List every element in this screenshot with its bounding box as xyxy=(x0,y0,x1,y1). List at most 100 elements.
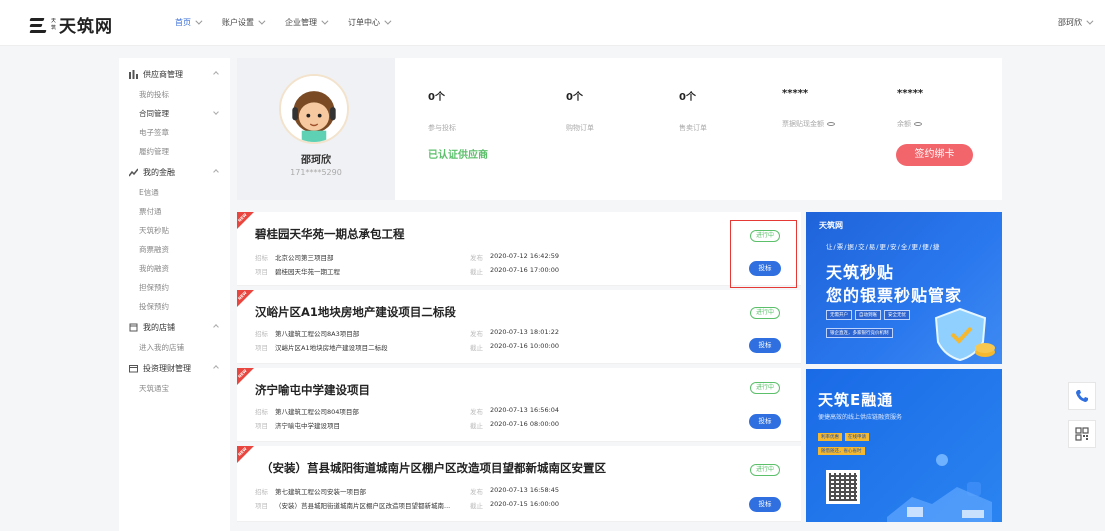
chevron-down-icon xyxy=(1086,17,1094,25)
qr-code-icon xyxy=(826,470,860,504)
banner-logo: 天筑网 xyxy=(819,221,843,230)
sidebar-item-performance[interactable]: 履约管理 xyxy=(119,142,230,161)
chevron-down-icon xyxy=(384,17,392,25)
logo-mark-icon xyxy=(29,16,48,34)
project-title[interactable]: 济宁喻屯中学建设项目 xyxy=(255,382,370,398)
sidebar-item-guarantee-booking[interactable]: 担保预约 xyxy=(119,278,230,297)
banner-feature-chip: 随借随还，省心省时 xyxy=(818,447,865,455)
project-detail-row: 项目 （安装）莒县城阳街道城南片区棚户区改造项目望都新城南... 截止 2020-0… xyxy=(255,500,560,510)
nav-enterprise-management[interactable]: 企业管理 xyxy=(285,17,329,28)
banner-title: 天筑秒贴 xyxy=(826,263,895,282)
phone-contact-button[interactable] xyxy=(1068,382,1096,410)
phone-icon xyxy=(1076,390,1088,402)
project-bidder-row: 招标 第七建筑工程公司安装一项目部 发布 2020-07-13 16:58:45 xyxy=(255,486,560,496)
bid-button[interactable]: 投标 xyxy=(749,338,781,353)
profile-phone: 171****5290 xyxy=(290,168,342,177)
user-name: 邵珂欣 xyxy=(1058,18,1082,27)
banner-feature-chips: 无需开户 自动到账 安全无忧 xyxy=(826,310,913,320)
project-card[interactable]: NEW 济宁喻屯中学建设项目 招标 第八建筑工程公司804项目部 发布 2020-0… xyxy=(237,368,801,442)
sidebar-item-piao-fu-tong[interactable]: 票付通 xyxy=(119,202,230,221)
sidebar-item-miao-tie[interactable]: 天筑秒贴 xyxy=(119,221,230,240)
sidebar-item-e-xin-tong[interactable]: E信通 xyxy=(119,183,230,202)
eye-icon[interactable] xyxy=(914,122,922,126)
logo-text: 天筑网 xyxy=(59,17,114,37)
qr-code-button[interactable] xyxy=(1068,420,1096,448)
chevron-down-icon xyxy=(195,17,203,25)
verified-supplier-badge: 已认证供应商 xyxy=(428,150,488,161)
chevron-up-icon xyxy=(213,71,219,77)
qr-code-icon xyxy=(1075,427,1089,441)
site-logo[interactable]: 天 筑 天筑网 xyxy=(29,12,114,37)
sidebar-item-insurance-booking[interactable]: 投保预约 xyxy=(119,297,230,316)
project-detail-row: 项目 碧桂园天华苑一期工程 截止 2020-07-16 17:00:00 xyxy=(255,266,560,276)
project-bidder-row: 招标 北京公司第三项目部 发布 2020-07-12 16:42:59 xyxy=(255,252,560,262)
top-navigation-bar: 天 筑 天筑网 首页 账户设置 企业管理 订单中心 邵珂欣 xyxy=(0,0,1105,46)
sidebar-item-my-financing[interactable]: 我的融资 xyxy=(119,259,230,278)
sidebar: 供应商管理 我的投标 合同管理 电子签章 履约管理 我的金融 E信通 票付通 天… xyxy=(119,58,230,531)
project-title[interactable]: 汉峪片区A1地块房地产建设项目二标段 xyxy=(255,304,456,320)
status-badge: 进行中 xyxy=(750,382,780,394)
nav-order-center[interactable]: 订单中心 xyxy=(348,17,392,28)
sidebar-item-tian-zhu-tong-bao[interactable]: 天筑通宝 xyxy=(119,379,230,398)
sidebar-item-my-bids[interactable]: 我的投标 xyxy=(119,85,230,104)
sidebar-item-enter-my-shop[interactable]: 进入我的店铺 xyxy=(119,338,230,357)
stat-balance[interactable]: ***** 余额 xyxy=(897,88,923,129)
nav-account-settings[interactable]: 账户设置 xyxy=(222,17,266,28)
shield-coin-illustration xyxy=(934,307,995,362)
eye-icon[interactable] xyxy=(827,122,835,126)
banner-subtitle: 您的银票秒贴管家 xyxy=(826,286,963,305)
avatar-illustration xyxy=(281,76,347,142)
project-title[interactable]: （安装）莒县城阳街道城南片区棚户区改造项目望都新城南区安置区 xyxy=(261,460,606,476)
sidebar-item-e-signature[interactable]: 电子签章 xyxy=(119,123,230,142)
main-nav: 首页 账户设置 企业管理 订单中心 xyxy=(175,17,411,28)
profile-name: 邵珂欣 xyxy=(301,155,331,166)
shop-icon xyxy=(129,323,138,331)
project-title[interactable]: 碧桂园天华苑一期总承包工程 xyxy=(255,226,405,242)
banner-tagline: 让/票/据/交/易/更/安/全/更/便/捷 xyxy=(826,243,941,251)
chevron-up-icon xyxy=(213,324,219,330)
stat-bids[interactable]: 0个 参与投标 xyxy=(428,88,456,133)
project-bidder-row: 招标 第八建筑工程公司804项目部 发布 2020-07-13 16:56:04 xyxy=(255,406,560,416)
sidebar-group-supplier[interactable]: 供应商管理 xyxy=(119,63,230,85)
banner-subtitle: 便捷高效的线上供应链融资服务 xyxy=(818,414,903,421)
wallet-icon xyxy=(129,364,138,372)
nav-home[interactable]: 首页 xyxy=(175,17,203,28)
profile-panel: 邵珂欣 171****5290 0个 参与投标 0个 购物订单 0个 售卖订单 … xyxy=(237,58,1002,200)
sidebar-group-investment[interactable]: 投资理财管理 xyxy=(119,357,230,379)
banner-title: 天筑E融通 xyxy=(818,391,894,409)
chevron-down-icon xyxy=(213,109,219,115)
highlight-box xyxy=(730,220,797,288)
project-detail-row: 项目 汉峪片区A1地块房地产建设项目二标段 截止 2020-07-16 10:00:… xyxy=(255,342,560,352)
banner-feature-chips: 利率优惠 在线申请 xyxy=(818,433,872,441)
profile-card: 邵珂欣 171****5290 xyxy=(237,58,395,200)
finance-icon xyxy=(129,168,138,176)
stat-discount-amount[interactable]: ***** 票据贴现金额 xyxy=(782,88,835,129)
bar-chart-icon xyxy=(129,69,138,79)
chevron-down-icon xyxy=(321,17,329,25)
banner-miao-tie[interactable]: 天筑网 让/票/据/交/易/更/安/全/更/便/捷 天筑秒贴 您的银票秒贴管家 … xyxy=(806,212,1002,364)
sidebar-group-shop[interactable]: 我的店铺 xyxy=(119,316,230,338)
project-bidder-row: 招标 第八建筑工程公司8A3项目部 发布 2020-07-13 18:01:22 xyxy=(255,328,560,338)
banner-feature-chip: 银企直连，多家银行竞价机制 xyxy=(826,328,893,338)
sidebar-item-contract-management[interactable]: 合同管理 xyxy=(119,104,230,123)
bid-button[interactable]: 投标 xyxy=(749,414,781,429)
sidebar-item-commercial-bill-financing[interactable]: 商票融资 xyxy=(119,240,230,259)
stat-shopping-orders[interactable]: 0个 购物订单 xyxy=(566,88,594,133)
project-card[interactable]: NEW （安装）莒县城阳街道城南片区棚户区改造项目望都新城南区安置区 招标 第七建… xyxy=(237,446,801,522)
bid-button[interactable]: 投标 xyxy=(749,497,781,512)
project-list: NEW 碧桂园天华苑一期总承包工程 招标 北京公司第三项目部 发布 2020-07-… xyxy=(237,212,801,522)
banner-e-rong-tong[interactable]: 天筑E融通 便捷高效的线上供应链融资服务 利率优惠 在线申请 随借随还，省心省时 xyxy=(806,369,1002,522)
user-menu[interactable]: 邵珂欣 xyxy=(1058,17,1094,28)
chevron-up-icon xyxy=(213,169,219,175)
project-detail-row: 项目 济宁喻屯中学建设项目 截止 2020-07-16 08:00:00 xyxy=(255,420,560,430)
new-ribbon: NEW xyxy=(237,446,259,468)
sign-bind-card-button[interactable]: 签约绑卡 xyxy=(896,144,973,166)
chevron-up-icon xyxy=(213,365,219,371)
project-card[interactable]: NEW 汉峪片区A1地块房地产建设项目二标段 招标 第八建筑工程公司8A3项目部 … xyxy=(237,290,801,364)
status-badge: 进行中 xyxy=(750,464,780,476)
project-card[interactable]: NEW 碧桂园天华苑一期总承包工程 招标 北京公司第三项目部 发布 2020-07-… xyxy=(237,212,801,286)
avatar[interactable] xyxy=(279,74,349,144)
city-illustration xyxy=(887,454,992,522)
sidebar-group-finance[interactable]: 我的金融 xyxy=(119,161,230,183)
stat-sales-orders[interactable]: 0个 售卖订单 xyxy=(679,88,707,133)
